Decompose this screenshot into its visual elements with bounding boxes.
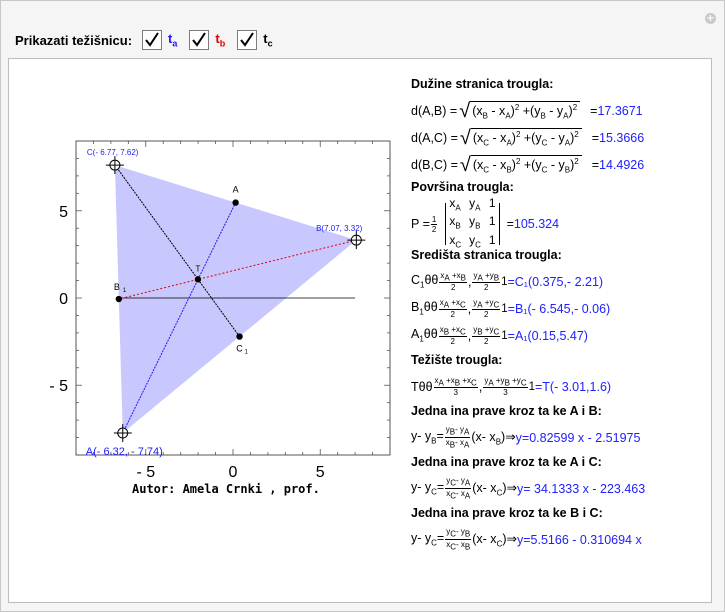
line-ac-heading: Jedna ina prave kroz ta ke A i C: [411, 455, 602, 469]
y-tick-label: 0 [59, 291, 68, 308]
median-checkbox-label: tb [215, 31, 226, 49]
area-row: P = 12 xA yA 1 xB yB 1 xC yC 1 =105.324 [411, 195, 560, 250]
midpoint-c1-row: C1θθ xA +xB 2, yA +yB 2 1 =C₁(0.375,- 2.21) [411, 270, 604, 293]
area-label: P = [411, 217, 430, 231]
point-c1 [236, 333, 243, 340]
label-vertex-a: A(- 6.32, - 7.74) [86, 446, 163, 458]
info-panel: Dužine stranica trougla: d(A,B) = √ (xB -… [411, 77, 711, 553]
y-tick-label: 5 [59, 204, 68, 221]
label-midpoint-a1: A [233, 185, 239, 195]
x-tick-label: - 5 [136, 464, 155, 481]
median-checkbox-b[interactable]: tb [189, 30, 225, 50]
midpoints-heading: Središta stranica trougla: [411, 248, 562, 262]
distance-bc-row: d(B,C) = √ (xC - xB)2 +(yC - yB)2 =14.492… [411, 153, 645, 176]
line-bc-value: y=5.5166 - 0.310694 x [516, 532, 642, 547]
line-ab-row: y- yB= yB- yA xB- xA (x- xB)⇒ y=0.82599 x… [411, 425, 641, 450]
distance-ab-row: d(A,B) = √ (xB - xA)2 +(yB - yA)2 =17.367… [411, 99, 643, 122]
label-vertex-c: C(- 6.77, 7.62) [87, 148, 139, 157]
controls-label: Prikazati težišnicu: [15, 32, 133, 48]
distance-ab-value: =17.3671 [590, 103, 643, 118]
distance-ac-label: d(A,C) = [411, 130, 458, 145]
centroid-heading: Težište trougla: [411, 353, 503, 367]
line-bc-row: y- yC= yC- yB xC- xB (x- xC)⇒ y=5.5166 - … [411, 527, 642, 552]
y-tick-label: - 5 [49, 378, 68, 395]
distance-bc-value: =14.4926 [591, 157, 645, 172]
label-midpoint-c1-sub: 1 [245, 350, 249, 356]
checkmark-icon[interactable] [142, 30, 163, 50]
median-checkbox-a[interactable]: ta [142, 30, 177, 50]
line-ab-value: y=0.82599 x - 2.51975 [515, 430, 641, 445]
median-controls: Prikazati težišnicu: ta tb tc [15, 29, 285, 51]
lengths-heading: Dužine stranica trougla: [411, 77, 554, 91]
distance-ac-row: d(A,C) = √ (xC - xA)2 +(yC - yA)2 =15.366… [411, 126, 645, 149]
label-midpoint-c1: C [236, 344, 243, 354]
point-t [194, 276, 202, 283]
distance-ab-label: d(A,B) = [411, 103, 458, 118]
midpoint-a1-row: A1θθ xB +xC 2, yB +yC 2 1 =A₁(0.15,5.47) [411, 324, 588, 347]
line-ac-row: y- yC= yC- yA xC- xA (x- xC)⇒ y= 34.1333 … [411, 476, 646, 501]
point-a1 [232, 199, 239, 206]
distance-bc-label: d(B,C) = [411, 157, 458, 172]
centroid-row: Tθθ xA +xB +xC 3, yA +yB +yC 3 1 =T(- 3.01,… [411, 375, 612, 398]
checkmark-icon[interactable] [189, 30, 210, 50]
app-window: + Prikazati težišnicu: ta tb tc - 50550- 5… [0, 0, 725, 612]
label-vertex-b: B(7.07, 3.32) [316, 224, 363, 233]
label-centroid: T [195, 264, 200, 273]
area-value: =105.324 [506, 217, 560, 231]
x-tick-label: 0 [229, 464, 238, 481]
point-b1 [115, 295, 123, 303]
midpoint-a1-value: =A₁(0.15,5.47) [507, 328, 588, 343]
centroid-value: =T(- 3.01,1.6) [535, 379, 612, 394]
line-ab-heading: Jedna ina prave kroz ta ke A i B: [411, 404, 602, 418]
line-ac-value: y= 34.1333 x - 223.463 [516, 481, 646, 496]
median-checkbox-label: ta [168, 31, 178, 49]
triangle-plot: - 5 0 5 5 0 - 5 C(- 6.77, 7.62) B(7.07, 3.32) A(… [49, 140, 391, 481]
x-tick-label: 5 [316, 464, 325, 481]
midpoint-c1-value: =C₁(0.375,- 2.21) [507, 274, 604, 289]
line-bc-heading: Jedna ina prave kroz ta ke B i C: [411, 506, 603, 520]
midpoint-b1-value: =B₁(- 6.545,- 0.06) [507, 301, 611, 316]
checkmark-icon[interactable] [237, 30, 258, 50]
midpoint-b1-row: B1θθ xA +xC 2, yA +yC 2 1 =B₁(- 6.545,- 0.0… [411, 297, 611, 320]
label-midpoint-b1: B [114, 282, 120, 292]
plus-icon[interactable]: + [705, 13, 716, 24]
median-checkbox-c[interactable]: tc [237, 30, 273, 50]
distance-ac-value: =15.3666 [591, 130, 645, 145]
median-checkbox-label: tc [263, 31, 273, 49]
author-text: Autor: Amela Crnki , prof. [132, 482, 320, 496]
